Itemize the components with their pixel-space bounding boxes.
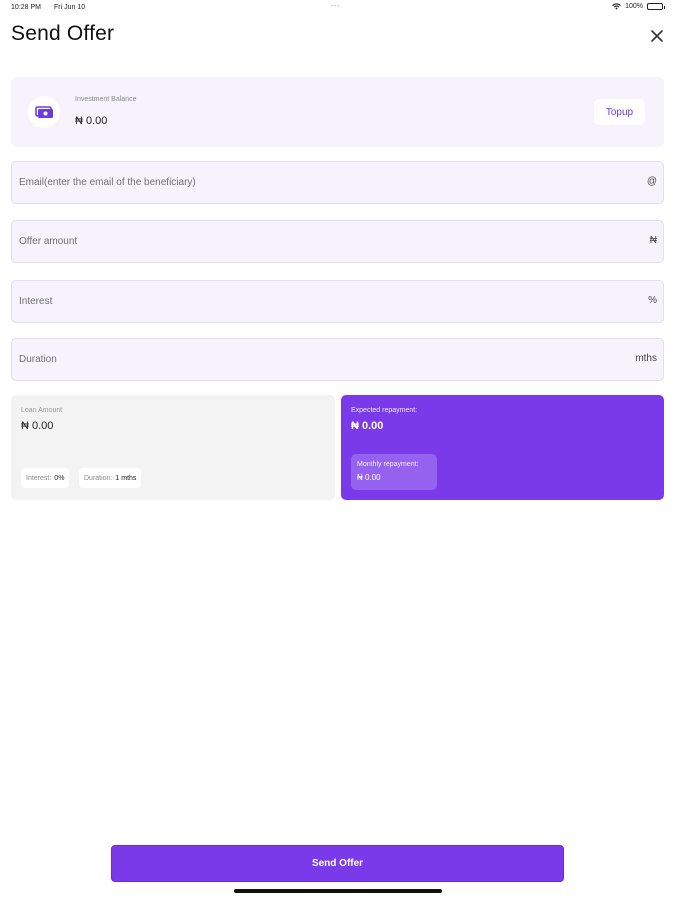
- money-icon: [35, 106, 53, 118]
- interest-chip-value: 0%: [54, 474, 65, 482]
- battery-icon: [647, 3, 665, 10]
- at-sign-icon: @: [646, 176, 657, 187]
- monthly-repayment-value: ₦ 0.00: [357, 473, 381, 482]
- duration-chip-value: 1 mths: [115, 474, 137, 482]
- duration-field-container: mths: [11, 338, 664, 381]
- email-field-container: @: [11, 161, 664, 204]
- loan-amount-value: ₦ 0.00: [21, 420, 54, 432]
- status-time: 10:28 PM: [11, 4, 41, 11]
- battery-percent: 100%: [625, 3, 643, 10]
- monthly-repayment-label: Monthly repayment:: [357, 461, 419, 468]
- offer-amount-field-container: ₦: [11, 220, 664, 263]
- interest-chip: Interest: 0%: [21, 468, 70, 488]
- balance-label: Investment Balance: [75, 96, 137, 103]
- home-indicator[interactable]: [234, 889, 442, 893]
- wallet-icon-container: [28, 96, 60, 128]
- status-bar: 10:28 PM Fri Jun 10 ••• 100%: [0, 0, 675, 16]
- expected-repayment-value: ₦ 0.00: [351, 420, 384, 432]
- interest-field[interactable]: [19, 281, 619, 322]
- investment-balance-card: Investment Balance ₦ 0.00 Topup: [11, 77, 664, 147]
- offer-amount-field[interactable]: [19, 221, 619, 262]
- expected-repayment-label: Expected repayment:: [351, 407, 418, 414]
- duration-chip-key: Duration:: [84, 474, 113, 482]
- expected-repayment-card: Expected repayment: ₦ 0.00 Monthly repay…: [341, 395, 664, 500]
- wifi-icon: [612, 3, 621, 10]
- percent-suffix: %: [648, 295, 657, 306]
- close-icon: [651, 30, 663, 42]
- loan-amount-card: Loan Amount ₦ 0.00 Interest: 0% Duration…: [11, 395, 335, 500]
- duration-chip: Duration: 1 mths: [79, 468, 142, 488]
- email-field[interactable]: [19, 162, 619, 203]
- naira-icon: ₦: [649, 235, 657, 246]
- multitasking-dots-icon: •••: [331, 4, 341, 10]
- duration-field[interactable]: [19, 339, 619, 380]
- interest-field-container: %: [11, 280, 664, 323]
- topup-button[interactable]: Topup: [594, 99, 645, 125]
- months-suffix: mths: [635, 353, 657, 364]
- balance-value: ₦ 0.00: [75, 115, 108, 127]
- close-button[interactable]: [647, 26, 667, 46]
- send-offer-button[interactable]: Send Offer: [111, 845, 564, 882]
- status-date: Fri Jun 10: [54, 4, 86, 11]
- status-indicators: 100%: [612, 3, 665, 10]
- loan-amount-label: Loan Amount: [21, 407, 63, 414]
- page-title: Send Offer: [11, 22, 115, 45]
- interest-chip-key: Interest:: [26, 474, 52, 482]
- monthly-repayment-box: Monthly repayment: ₦ 0.00: [351, 454, 437, 490]
